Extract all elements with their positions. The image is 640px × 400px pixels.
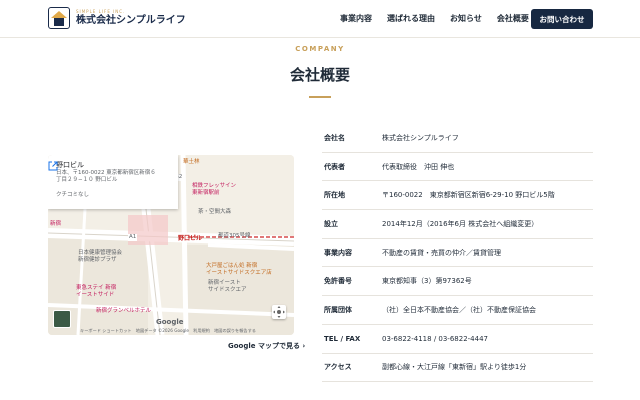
map-label-chakuu: 茶・空間大森 [198, 209, 232, 215]
table-row: 会社名 株式会社シンプルライフ [322, 124, 593, 153]
google-map[interactable]: 華土林 B2 相鉄フレッサイン 東新宿駅前 茶・空間大森 新宿 A1 都道305号… [48, 155, 294, 335]
table-row: 代表者 代表取締役 沖田 伸也 [322, 153, 593, 182]
page-title: 会社概要 [289, 66, 350, 84]
map-attribution: キーボード ショートカット 地図データ ©2026 Google 利用規約 地図… [80, 328, 256, 333]
map-label-square: 新宿イースト サイドスクエア [208, 280, 247, 293]
map-place-reviews: クチコミなし [56, 192, 90, 198]
nav-reasons[interactable]: 選ばれる理由 [387, 13, 435, 24]
map-place-address: 日本、〒160-0022 東京都新宿区新宿６丁目２９−１０ 野口ビル [56, 170, 156, 183]
map-label-otoya: 大戸屋ごはん処 新宿 イーストサイドスクエア店 [206, 263, 272, 276]
contact-button[interactable]: お問い合わせ [531, 9, 593, 29]
logo[interactable]: SIMPLE LIFE INC. 株式会社シンプルライフ [48, 7, 186, 29]
title-underline [309, 96, 331, 98]
logo-name: 株式会社シンプルライフ [76, 15, 186, 26]
table-row: 設立 2014年12月（2016年6月 株式会社へ組織変更） [322, 210, 593, 239]
map-label-metro: 都道305号線 [218, 233, 251, 239]
table-row: アクセス 副都心線・大江戸線「東新宿」駅より徒歩1分 [322, 354, 593, 383]
map-label-granbell: 新宿グランベルホテル [96, 308, 152, 314]
camera-control-icon[interactable] [272, 305, 286, 319]
map-place-name: 野口ビル [56, 161, 84, 169]
nav-news[interactable]: お知らせ [450, 13, 482, 24]
table-row: 所在地 〒160-0022 東京都新宿区新宿6-29-10 野口ビル5階 [322, 181, 593, 211]
map-label-hanamoto: 華土林 [183, 159, 200, 165]
company-info-table: 会社名 株式会社シンプルライフ 代表者 代表取締役 沖田 伸也 所在地 〒160-00… [322, 124, 593, 383]
map-label-a1: A1 [128, 234, 138, 241]
table-row: 所属団体 （社）全日本不動産協会／（社）不動産保証協会 [322, 296, 593, 325]
map-label-shinjuku: 新宿 [50, 221, 62, 227]
nav-company[interactable]: 会社概要 [497, 13, 529, 24]
map-label-family: 相鉄フレッサイン 東新宿駅前 [192, 183, 237, 196]
table-row: 免許番号 東京都知事（3）第97362号 [322, 267, 593, 297]
section-eyebrow: COMPANY [295, 45, 345, 53]
site-header: SIMPLE LIFE INC. 株式会社シンプルライフ 事業内容 選ばれる理由… [0, 0, 640, 38]
map-info-card: 野口ビル 日本、〒160-0022 東京都新宿区新宿６丁目２９−１０ 野口ビル … [48, 155, 178, 209]
table-row: 事業内容 不動産の賃貸・売買の仲介／賃貸管理 [322, 239, 593, 268]
open-google-maps-link[interactable]: Google マップで見る › [228, 341, 305, 351]
google-logo: Google [156, 318, 184, 326]
nav-business[interactable]: 事業内容 [340, 13, 372, 24]
open-external-icon[interactable] [48, 161, 58, 171]
table-row: TEL / FAX 03-6822-4118 / 03-6822-4447 [322, 325, 593, 354]
house-logo-icon [48, 7, 70, 29]
satellite-toggle[interactable] [53, 310, 71, 328]
map-label-toyoko: 東急ステイ 新宿 イーストサイド [76, 285, 117, 298]
main-nav: 事業内容 選ばれる理由 お知らせ 会社概要 [340, 13, 544, 24]
map-label-health: 日本健康管理協会 新宿健診プラザ [78, 250, 123, 263]
pin-label: 野口ビル [178, 235, 203, 242]
